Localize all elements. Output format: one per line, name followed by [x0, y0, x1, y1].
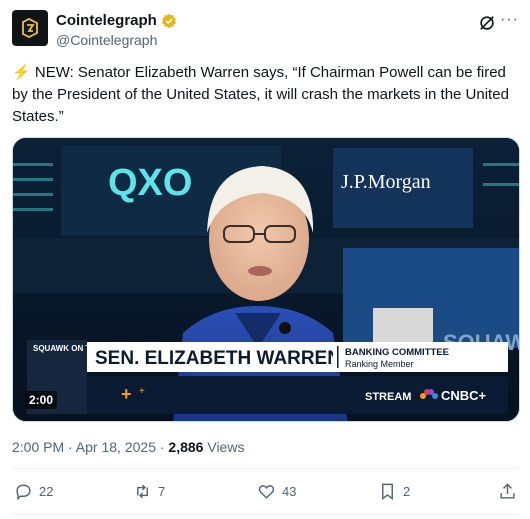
like-button[interactable]: 43 [257, 482, 296, 501]
video-duration: 2:00 [25, 391, 58, 409]
bookmark-icon [382, 483, 393, 501]
network-label: CNBC+ [441, 388, 487, 403]
grok-icon[interactable] [478, 14, 496, 32]
views-label: Views [203, 439, 245, 455]
handle[interactable]: @Cointelegraph [56, 32, 177, 48]
tweet-body: NEW: Senator Elizabeth Warren says, “If … [12, 64, 509, 125]
display-name[interactable]: Cointelegraph [56, 12, 157, 29]
bookmark-button[interactable]: 2 [378, 482, 410, 501]
video-player[interactable]: QXO J.P.Morgan SQUAW SQUAWK ON THE STREE… [12, 137, 520, 422]
verified-badge-icon[interactable] [161, 13, 177, 29]
more-options-icon[interactable]: ··· [500, 12, 518, 31]
repost-count: 7 [158, 484, 166, 499]
reply-count: 22 [39, 484, 54, 499]
tweet-meta: 2:00 PM · Apr 18, 2025 · 2,886 Views [12, 439, 244, 455]
video-frame: QXO J.P.Morgan SQUAW SQUAWK ON THE STREE… [13, 138, 519, 421]
repost-button[interactable]: 7 [133, 482, 165, 501]
share-icon [500, 483, 515, 499]
svg-text:+: + [121, 384, 132, 404]
heart-icon [258, 485, 275, 499]
tweet-header: Cointelegraph @Cointelegraph ··· [12, 10, 518, 50]
lightning-emoji: ⚡ [12, 64, 31, 81]
avatar[interactable] [12, 10, 48, 46]
bookmark-count: 2 [403, 484, 411, 499]
cointelegraph-logo-icon [22, 17, 38, 39]
action-bar: 22 7 43 2 [12, 482, 518, 506]
repost-icon [137, 484, 148, 499]
reply-icon [16, 484, 31, 501]
views-count: 2,886 [168, 439, 204, 455]
jpmorgan-logo: J.P.Morgan [341, 171, 431, 193]
stream-label: STREAM [365, 391, 411, 403]
share-button[interactable] [498, 482, 517, 501]
divider-bottom [12, 514, 518, 515]
divider [12, 468, 518, 469]
qxo-logo: QXO [108, 162, 192, 204]
banner-name: SEN. ELIZABETH WARREN [95, 348, 341, 369]
tweet-text: ⚡ NEW: Senator Elizabeth Warren says, “I… [12, 62, 512, 128]
banner-subtitle: Ranking Member [345, 359, 414, 369]
banner-title: BANKING COMMITTEE [345, 347, 449, 358]
reply-button[interactable]: 22 [14, 482, 53, 501]
like-count: 43 [282, 484, 297, 499]
svg-text:+: + [139, 386, 145, 397]
timestamp[interactable]: 2:00 PM · Apr 18, 2025 · [12, 439, 168, 455]
